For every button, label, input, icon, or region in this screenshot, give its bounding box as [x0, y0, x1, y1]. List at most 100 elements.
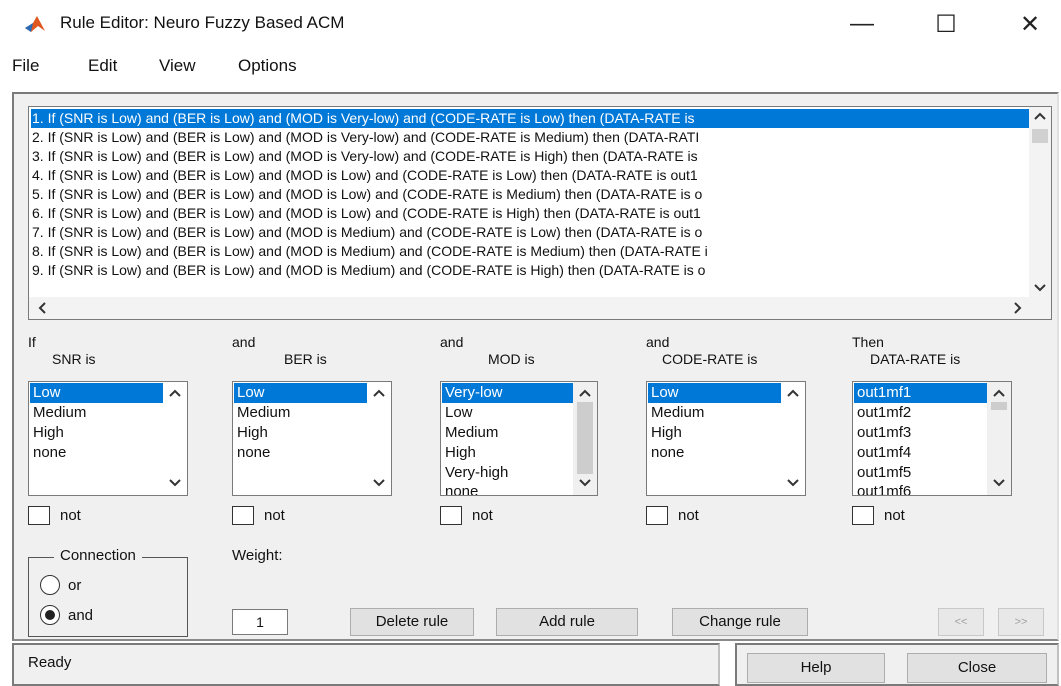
not-label: not	[678, 507, 699, 524]
list-option[interactable]: out1mf4	[854, 443, 911, 463]
list-option[interactable]: out1mf5	[854, 463, 911, 483]
connector-label: and	[646, 334, 670, 350]
chevron-up-icon[interactable]	[579, 388, 591, 398]
previous-button[interactable]: <<	[938, 608, 984, 636]
matlab-icon	[25, 16, 45, 32]
chevron-up-icon[interactable]	[787, 388, 799, 398]
snr-not-checkbox[interactable]	[28, 506, 50, 525]
list-option[interactable]: out1mf6	[854, 482, 911, 495]
help-button[interactable]: Help	[747, 653, 885, 683]
and-radio[interactable]	[40, 605, 60, 625]
radio-selected-dot	[45, 610, 55, 620]
list-scrollbar[interactable]	[163, 382, 187, 495]
menu-edit[interactable]: Edit	[88, 56, 117, 76]
list-option[interactable]: Medium	[648, 403, 704, 423]
list-option[interactable]: High	[648, 423, 682, 443]
list-option[interactable]: out1mf3	[854, 423, 911, 443]
title-bar: Rule Editor: Neuro Fuzzy Based ACM — ☐ ✕	[0, 0, 1061, 48]
rules-vertical-scrollbar[interactable]	[1029, 107, 1051, 297]
menu-file[interactable]: File	[12, 56, 39, 76]
chevron-up-icon[interactable]	[993, 388, 1005, 398]
list-option[interactable]: Low	[648, 383, 782, 403]
input-name-label: MOD is	[488, 351, 535, 367]
add-rule-button[interactable]: Add rule	[496, 608, 638, 636]
list-option[interactable]: Medium	[234, 403, 290, 423]
list-option[interactable]: High	[234, 423, 268, 443]
list-scrollbar[interactable]	[573, 382, 597, 495]
chevron-down-icon[interactable]	[169, 478, 181, 488]
list-option[interactable]: Medium	[442, 423, 498, 443]
menu-bar: File Edit View Options	[0, 52, 1061, 82]
rule-item[interactable]: 2. If (SNR is Low) and (BER is Low) and …	[31, 128, 1029, 147]
list-option[interactable]: none	[648, 443, 684, 463]
chevron-up-icon[interactable]	[1034, 111, 1046, 121]
list-option[interactable]: none	[442, 482, 478, 495]
rule-item[interactable]: 9. If (SNR is Low) and (BER is Low) and …	[31, 261, 1029, 280]
rules-horizontal-scrollbar[interactable]	[29, 297, 1031, 319]
list-option[interactable]: Low	[30, 383, 164, 403]
list-scrollbar[interactable]	[781, 382, 805, 495]
data-rate-listbox[interactable]: out1mf1 out1mf2 out1mf3 out1mf4 out1mf5 …	[852, 381, 1012, 496]
rule-item[interactable]: 6. If (SNR is Low) and (BER is Low) and …	[31, 204, 1029, 223]
not-label: not	[884, 507, 905, 524]
mod-listbox[interactable]: Very-low Low Medium High Very-high none	[440, 381, 598, 496]
rule-item[interactable]: 8. If (SNR is Low) and (BER is Low) and …	[31, 242, 1029, 261]
mod-not-checkbox[interactable]	[440, 506, 462, 525]
snr-listbox[interactable]: Low Medium High none	[28, 381, 188, 496]
window-title: Rule Editor: Neuro Fuzzy Based ACM	[60, 13, 345, 32]
code-rate-listbox[interactable]: Low Medium High none	[646, 381, 806, 496]
chevron-down-icon[interactable]	[373, 478, 385, 488]
and-label: and	[68, 607, 94, 624]
change-rule-button[interactable]: Change rule	[672, 608, 808, 636]
code-rate-not-checkbox[interactable]	[646, 506, 668, 525]
scrollbar-thumb[interactable]	[577, 402, 593, 474]
list-option[interactable]: High	[442, 443, 476, 463]
maximize-button[interactable]: ☐	[918, 0, 974, 48]
next-button[interactable]: >>	[998, 608, 1044, 636]
list-scrollbar[interactable]	[367, 382, 391, 495]
rule-item[interactable]: 5. If (SNR is Low) and (BER is Low) and …	[31, 185, 1029, 204]
list-option[interactable]: Low	[234, 383, 368, 403]
menu-options[interactable]: Options	[238, 56, 297, 76]
ber-listbox[interactable]: Low Medium High none	[232, 381, 392, 496]
or-radio[interactable]	[40, 575, 60, 595]
rule-item[interactable]: 1. If (SNR is Low) and (BER is Low) and …	[31, 109, 1029, 128]
scrollbar-thumb[interactable]	[1032, 129, 1048, 143]
rule-item[interactable]: 7. If (SNR is Low) and (BER is Low) and …	[31, 223, 1029, 242]
or-label: or	[68, 577, 82, 594]
close-window-button[interactable]: ✕	[1002, 0, 1058, 48]
rule-item[interactable]: 3. If (SNR is Low) and (BER is Low) and …	[31, 147, 1029, 166]
minimize-button[interactable]: —	[834, 0, 890, 48]
chevron-up-icon[interactable]	[373, 388, 385, 398]
scrollbar-thumb[interactable]	[991, 402, 1007, 410]
list-option[interactable]: out1mf1	[854, 383, 988, 403]
menu-view[interactable]: View	[159, 56, 196, 76]
list-option[interactable]: Very-low	[442, 383, 574, 403]
rule-item[interactable]: 4. If (SNR is Low) and (BER is Low) and …	[31, 166, 1029, 185]
list-option[interactable]: none	[234, 443, 270, 463]
chevron-down-icon[interactable]	[993, 478, 1005, 488]
chevron-down-icon[interactable]	[787, 478, 799, 488]
weight-input[interactable]: 1	[232, 609, 288, 635]
list-option[interactable]: Very-high	[442, 463, 508, 483]
connection-group	[28, 557, 188, 637]
not-label: not	[60, 507, 81, 524]
chevron-right-icon[interactable]	[1013, 302, 1023, 314]
chevron-left-icon[interactable]	[37, 302, 47, 314]
connector-label: If	[28, 334, 36, 350]
delete-rule-button[interactable]: Delete rule	[350, 608, 474, 636]
connector-label: Then	[852, 334, 884, 350]
rules-list[interactable]: 1. If (SNR is Low) and (BER is Low) and …	[28, 106, 1052, 320]
chevron-down-icon[interactable]	[579, 478, 591, 488]
chevron-down-icon[interactable]	[1034, 283, 1046, 293]
list-option[interactable]: out1mf2	[854, 403, 911, 423]
list-option[interactable]: Medium	[30, 403, 86, 423]
ber-not-checkbox[interactable]	[232, 506, 254, 525]
data-rate-not-checkbox[interactable]	[852, 506, 874, 525]
list-option[interactable]: none	[30, 443, 66, 463]
list-option[interactable]: Low	[442, 403, 473, 423]
chevron-up-icon[interactable]	[169, 388, 181, 398]
close-button[interactable]: Close	[907, 653, 1047, 683]
list-scrollbar[interactable]	[987, 382, 1011, 495]
list-option[interactable]: High	[30, 423, 64, 443]
